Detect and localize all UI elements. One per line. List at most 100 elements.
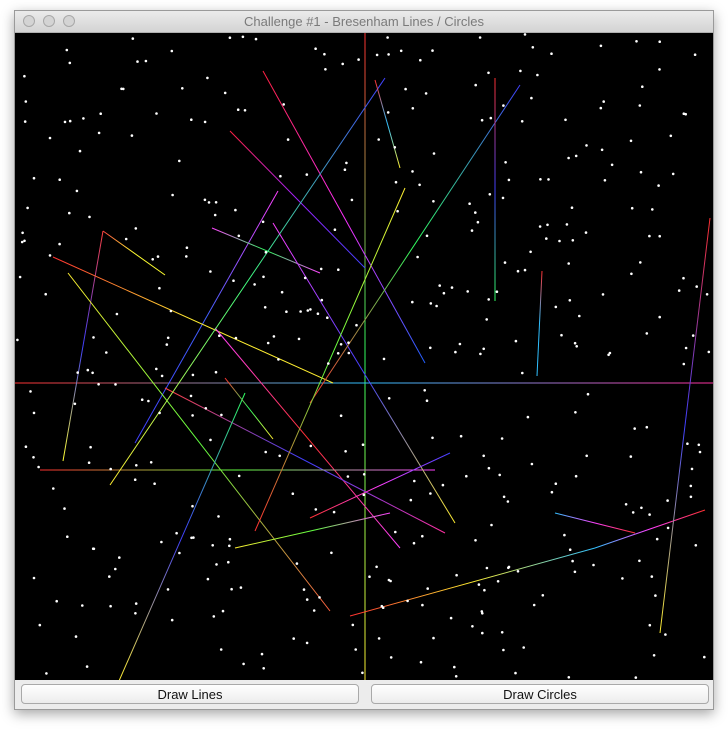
plotted-point: [567, 676, 571, 679]
plotted-point: [519, 69, 522, 73]
plotted-point: [295, 562, 299, 565]
plotted-point: [547, 178, 550, 181]
plotted-point: [638, 559, 641, 563]
plotted-point: [156, 255, 160, 258]
plotted-point: [697, 443, 701, 447]
plotted-point: [416, 255, 419, 259]
plotted-point: [650, 575, 654, 578]
plotted-point: [361, 671, 364, 675]
drawn-line: [229, 130, 366, 269]
plotted-point: [166, 588, 170, 591]
plotted-point: [602, 100, 605, 103]
plotted-point: [421, 603, 424, 607]
plotted-point: [531, 46, 535, 49]
plotted-point: [465, 474, 468, 478]
plotted-point: [419, 660, 423, 664]
draw-circles-button[interactable]: Draw Circles: [371, 684, 709, 704]
plotted-point: [481, 631, 484, 635]
plotted-point: [37, 465, 40, 469]
plotted-point: [377, 138, 381, 141]
plotted-point: [192, 536, 195, 539]
plotted-point: [303, 276, 307, 280]
plotted-point: [55, 599, 58, 603]
plotted-point: [375, 565, 378, 569]
plotted-point: [607, 353, 610, 357]
plotted-point: [262, 667, 265, 670]
plotted-point: [487, 466, 491, 470]
plotted-point: [483, 588, 486, 592]
plotted-point: [621, 577, 624, 580]
plotted-point: [48, 136, 52, 140]
plotted-point: [538, 225, 542, 228]
plotted-point: [691, 334, 695, 337]
drawn-line: [349, 547, 596, 617]
plotted-point: [682, 276, 685, 280]
plotted-point: [266, 341, 270, 345]
plotted-point: [648, 513, 651, 516]
plotted-point: [175, 531, 178, 535]
plotted-point: [228, 544, 231, 548]
plotted-point: [399, 49, 403, 53]
plotted-point: [655, 537, 659, 541]
plotted-point: [261, 220, 265, 224]
plotted-point: [705, 293, 709, 296]
plotted-point: [354, 648, 358, 651]
plotted-point: [278, 454, 282, 458]
plotted-point: [215, 563, 218, 566]
plotted-point: [599, 44, 603, 48]
plotted-point: [648, 234, 651, 238]
plotted-point: [658, 68, 661, 71]
plotted-point: [459, 434, 463, 438]
plotted-point: [570, 206, 574, 209]
plotted-point: [554, 482, 558, 486]
plotted-point: [316, 312, 320, 316]
drawn-line: [109, 77, 386, 486]
plotted-point: [170, 618, 174, 622]
plotted-point: [633, 427, 636, 430]
plotted-point: [638, 104, 642, 107]
plotted-point: [75, 189, 79, 193]
plotted-point: [44, 292, 47, 296]
title-bar[interactable]: Challenge #1 - Bresenham Lines / Circles: [15, 11, 713, 33]
plotted-point: [568, 548, 572, 551]
plotted-point: [158, 286, 161, 290]
app-window: Challenge #1 - Bresenham Lines / Circles…: [14, 10, 714, 710]
plotted-point: [504, 161, 507, 164]
plotted-point: [158, 411, 161, 415]
plotted-point: [52, 487, 55, 490]
plotted-point: [206, 76, 209, 80]
plotted-point: [66, 535, 69, 538]
plotted-point: [209, 270, 212, 273]
plotted-point: [260, 652, 264, 656]
plotted-point: [652, 654, 656, 657]
plotted-point: [191, 414, 194, 417]
plotted-point: [355, 323, 358, 327]
plotted-point: [541, 594, 545, 597]
drawn-line: [164, 387, 446, 534]
plotted-point: [135, 464, 138, 467]
plotted-point: [133, 478, 137, 482]
plotted-point: [105, 351, 108, 354]
drawn-line: [374, 79, 401, 169]
plotted-point: [26, 206, 29, 210]
plotted-point: [578, 314, 581, 318]
plotted-point: [318, 596, 321, 599]
plotted-point: [24, 100, 28, 103]
plotted-point: [485, 318, 489, 321]
plotted-point: [431, 436, 434, 440]
plotted-point: [514, 339, 518, 343]
draw-lines-button[interactable]: Draw Lines: [21, 684, 359, 704]
drawn-line: [262, 70, 426, 364]
plotted-point: [666, 499, 669, 502]
plotted-point: [302, 588, 306, 591]
plotted-point: [682, 362, 686, 366]
plotted-point: [324, 68, 327, 71]
drawn-line: [659, 217, 711, 634]
plotted-point: [458, 342, 462, 346]
plotted-point: [386, 111, 390, 114]
plotted-point: [477, 583, 481, 586]
plotted-point: [280, 290, 284, 294]
drawn-line: [309, 452, 451, 519]
plotted-point: [305, 598, 309, 601]
plotted-point: [564, 118, 567, 122]
